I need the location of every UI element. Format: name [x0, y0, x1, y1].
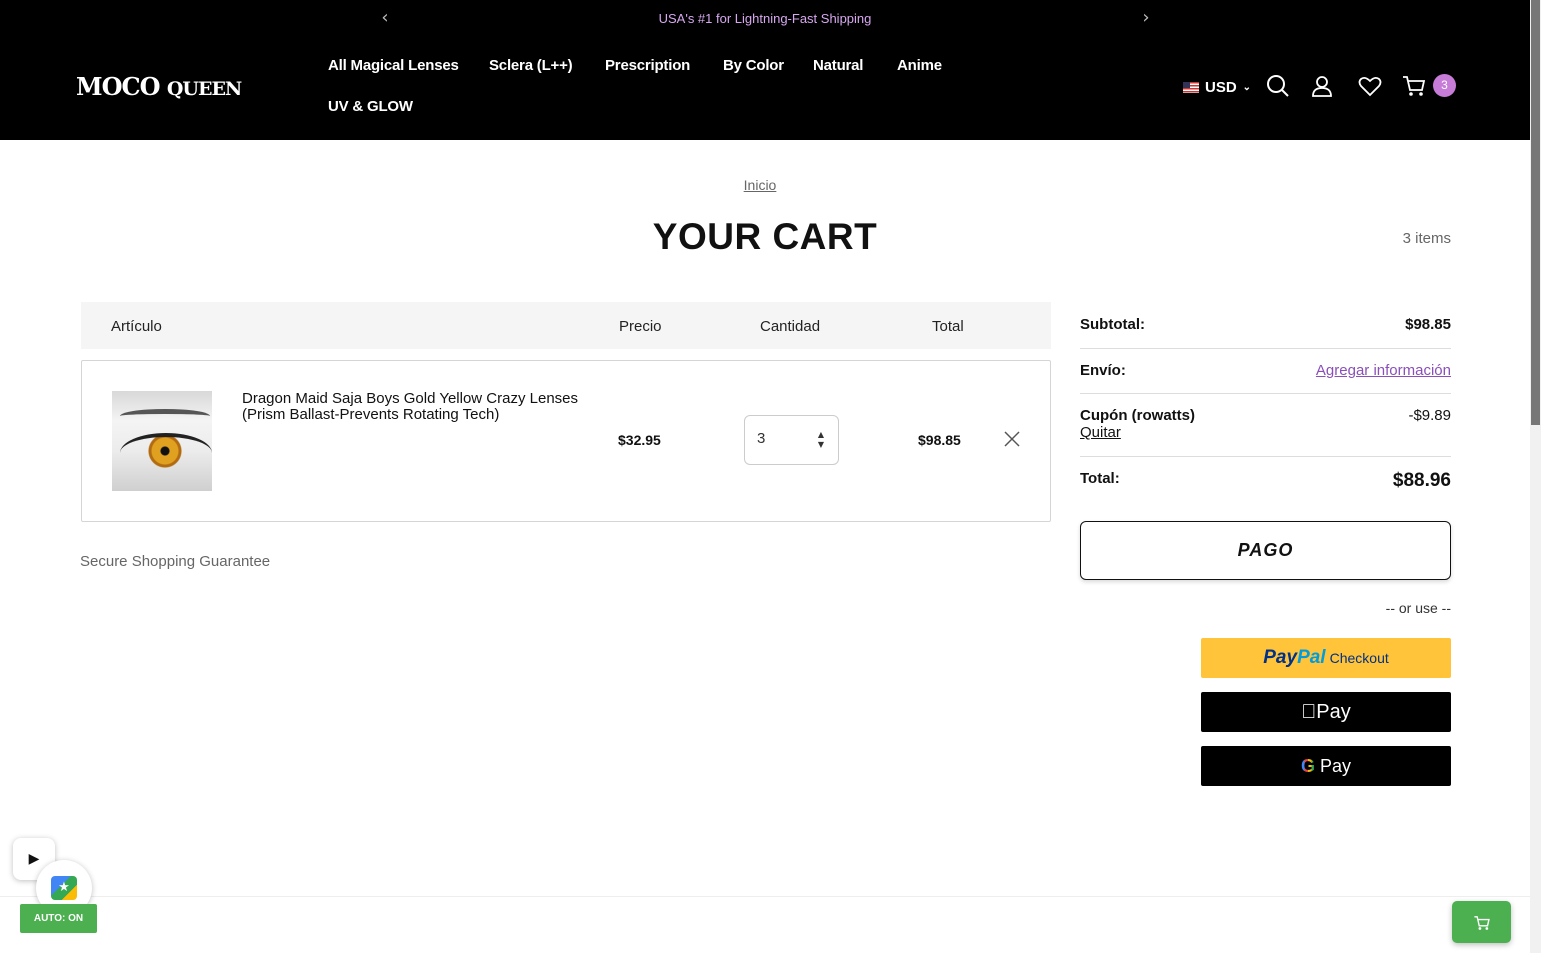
apple-pay-button[interactable]: Pay	[1201, 692, 1451, 732]
product-image[interactable]	[112, 391, 212, 491]
subtotal-value: $98.85	[1405, 316, 1451, 333]
nav-item-all-magical-lenses[interactable]: All Magical Lenses	[328, 57, 459, 74]
quantity-spin-icon[interactable]: ▲ ▼	[816, 430, 826, 450]
user-icon[interactable]	[1309, 73, 1335, 99]
announcement-text[interactable]: USA's #1 for Lightning-Fast Shipping	[560, 11, 970, 26]
cart-count-badge[interactable]: 3	[1433, 74, 1456, 97]
paypal-checkout-text: Checkout	[1329, 650, 1389, 666]
quantity-input[interactable]	[757, 430, 807, 447]
coupon-label: Cupón (rowatts)	[1080, 407, 1195, 424]
secure-shopping-text: Secure Shopping Guarantee	[80, 553, 271, 570]
nav-item-natural[interactable]: Natural	[813, 57, 863, 74]
shipping-label: Envío:	[1080, 362, 1126, 379]
paypal-pal-text: Pal	[1297, 647, 1326, 668]
subtotal-row: Subtotal: $98.85	[1080, 316, 1451, 336]
total-row: Total: $88.96	[1080, 470, 1451, 496]
subtotal-label: Subtotal:	[1080, 316, 1145, 333]
currency-selector[interactable]: USD ⌄	[1183, 79, 1251, 96]
logo-secondary: QUEEN	[166, 78, 242, 100]
divider	[1080, 348, 1451, 349]
auto-toggle-button[interactable]: AUTO: ON	[20, 904, 97, 933]
site-logo[interactable]: MOCO QUEEN	[76, 72, 242, 101]
page-title: YOUR CART	[652, 216, 878, 257]
nav-item-sclera[interactable]: Sclera (L++)	[489, 57, 573, 74]
scrollbar-thumb[interactable]	[1531, 0, 1540, 425]
apple-pay-text: Pay	[1308, 701, 1350, 723]
or-use-text: -- or use --	[1385, 600, 1451, 616]
apple-logo-icon: 	[1301, 701, 1316, 723]
cart-icon	[1473, 915, 1490, 930]
items-count: 3 items	[1402, 230, 1451, 247]
shipping-row: Envío: Agregar información	[1080, 362, 1451, 382]
chevron-left-icon[interactable]: ‹	[375, 8, 395, 28]
nav-item-prescription[interactable]: Prescription	[605, 57, 690, 74]
paypal-button[interactable]: PayPal Checkout	[1201, 638, 1451, 678]
google-g-icon: G	[1300, 756, 1315, 776]
footer-divider	[0, 896, 1530, 897]
cart-table-header: Artículo Precio Cantidad Total	[81, 302, 1051, 349]
cart-row: Dragon Maid Saja Boys Gold Yellow Crazy …	[81, 360, 1051, 522]
product-price: $32.95	[618, 432, 661, 448]
nav-item-anime[interactable]: Anime	[897, 57, 942, 74]
column-header-quantity: Cantidad	[760, 318, 821, 335]
remove-coupon-link[interactable]: Quitar	[1080, 424, 1121, 441]
paypal-pay-text: Pay	[1263, 647, 1298, 668]
star-icon: ★	[58, 880, 70, 895]
site-header: ‹ USA's #1 for Lightning-Fast Shipping ›…	[0, 0, 1530, 140]
logo-main: MOCO	[76, 72, 160, 101]
coupon-row: Cupón (rowatts) -$9.89	[1080, 407, 1451, 427]
column-header-item: Artículo	[111, 318, 162, 335]
nav-item-uv-glow[interactable]: UV & GLOW	[328, 98, 413, 115]
search-icon[interactable]	[1265, 73, 1291, 99]
heart-icon[interactable]	[1357, 73, 1383, 99]
google-pay-text: Pay	[1320, 756, 1352, 776]
nav-item-by-color[interactable]: By Color	[723, 57, 784, 74]
chevron-down-icon: ⌄	[1242, 82, 1252, 93]
chevron-right-icon[interactable]: ›	[1136, 8, 1156, 28]
google-pay-button[interactable]: G Pay	[1201, 746, 1451, 786]
breadcrumb[interactable]: Inicio	[700, 177, 820, 193]
column-header-price: Precio	[619, 318, 662, 335]
close-icon[interactable]	[1002, 429, 1022, 449]
us-flag-icon	[1183, 82, 1199, 93]
product-name[interactable]: Dragon Maid Saja Boys Gold Yellow Crazy …	[242, 391, 592, 423]
row-total: $98.85	[918, 432, 961, 448]
divider	[1080, 456, 1451, 457]
shipping-info-link[interactable]: Agregar información	[1316, 362, 1451, 379]
checkout-button[interactable]: PAGO	[1080, 521, 1451, 580]
total-value: $88.96	[1392, 470, 1451, 491]
currency-label: USD	[1205, 79, 1237, 96]
column-header-total: Total	[932, 318, 964, 335]
floating-cart-button[interactable]	[1452, 901, 1511, 943]
divider	[1080, 393, 1451, 394]
quantity-stepper[interactable]: ▲▼	[744, 415, 839, 465]
cart-icon[interactable]	[1401, 73, 1427, 99]
total-label: Total:	[1080, 470, 1120, 487]
coupon-value: -$9.89	[1408, 407, 1451, 424]
